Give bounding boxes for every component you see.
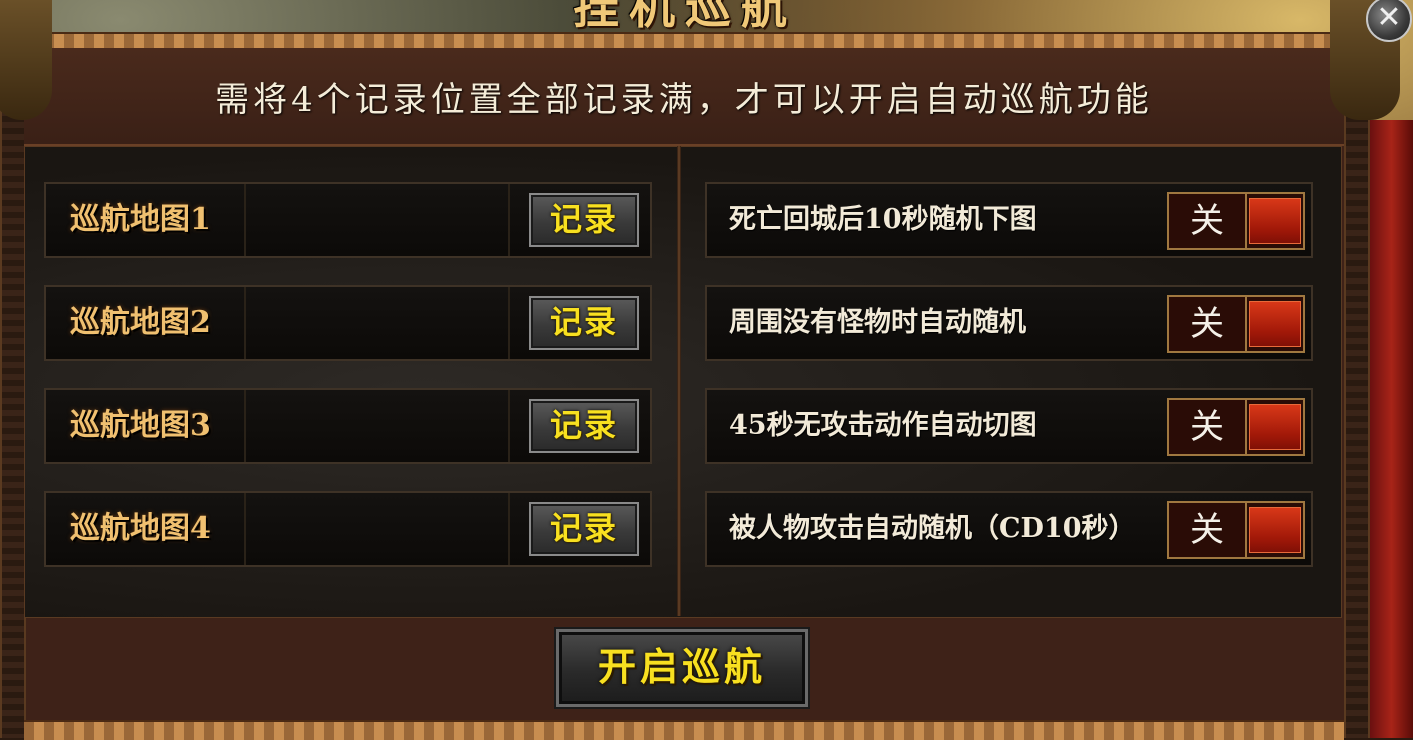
column-divider bbox=[677, 146, 681, 616]
map-slot bbox=[250, 493, 510, 565]
toggle-knob[interactable] bbox=[1249, 507, 1301, 553]
map-row: 巡航地图2 记录 bbox=[44, 285, 652, 361]
instruction-text: 需将4个记录位置全部记录满，才可以开启自动巡航功能 bbox=[215, 80, 1153, 120]
option-label: 45秒无攻击动作自动切图 bbox=[729, 410, 1037, 441]
map-slot bbox=[250, 390, 510, 462]
map-slot bbox=[250, 287, 510, 359]
window-title: 挂机巡航 bbox=[573, 0, 797, 34]
option-toggle[interactable]: 关 bbox=[1167, 398, 1305, 456]
record-button[interactable]: 记录 bbox=[529, 399, 639, 453]
toggle-state-text: 关 bbox=[1169, 194, 1247, 248]
red-drape-decoration bbox=[1370, 120, 1413, 738]
frame-corner-left bbox=[0, 0, 52, 120]
map-row: 巡航地图1 记录 bbox=[44, 182, 652, 258]
map-label: 巡航地图1 bbox=[46, 184, 246, 256]
option-row: 被人物攻击自动随机（CD10秒） 关 bbox=[705, 491, 1313, 567]
map-slot bbox=[250, 184, 510, 256]
option-toggle[interactable]: 关 bbox=[1167, 295, 1305, 353]
toggle-state-text: 关 bbox=[1169, 503, 1247, 557]
toggle-knob[interactable] bbox=[1249, 301, 1301, 347]
panel-bottom-border bbox=[24, 720, 1344, 740]
option-toggle[interactable]: 关 bbox=[1167, 192, 1305, 250]
option-label: 死亡回城后10秒随机下图 bbox=[729, 204, 1037, 235]
record-button[interactable]: 记录 bbox=[529, 502, 639, 556]
option-label: 被人物攻击自动随机（CD10秒） bbox=[729, 513, 1136, 544]
toggle-state-text: 关 bbox=[1169, 297, 1247, 351]
map-row: 巡航地图4 记录 bbox=[44, 491, 652, 567]
option-row: 周围没有怪物时自动随机 关 bbox=[705, 285, 1313, 361]
map-label: 巡航地图3 bbox=[46, 390, 246, 462]
map-label: 巡航地图4 bbox=[46, 493, 246, 565]
record-button[interactable]: 记录 bbox=[529, 193, 639, 247]
toggle-state-text: 关 bbox=[1169, 400, 1247, 454]
toggle-knob[interactable] bbox=[1249, 404, 1301, 450]
option-label: 周围没有怪物时自动随机 bbox=[729, 307, 1026, 338]
map-row: 巡航地图3 记录 bbox=[44, 388, 652, 464]
option-row: 45秒无攻击动作自动切图 关 bbox=[705, 388, 1313, 464]
map-label: 巡航地图2 bbox=[46, 287, 246, 359]
record-button[interactable]: 记录 bbox=[529, 296, 639, 350]
option-row: 死亡回城后10秒随机下图 关 bbox=[705, 182, 1313, 258]
frame-side-right bbox=[1344, 110, 1370, 738]
start-cruise-button[interactable]: 开启巡航 bbox=[556, 629, 808, 707]
toggle-knob[interactable] bbox=[1249, 198, 1301, 244]
frame-side-left bbox=[0, 110, 26, 738]
option-toggle[interactable]: 关 bbox=[1167, 501, 1305, 559]
